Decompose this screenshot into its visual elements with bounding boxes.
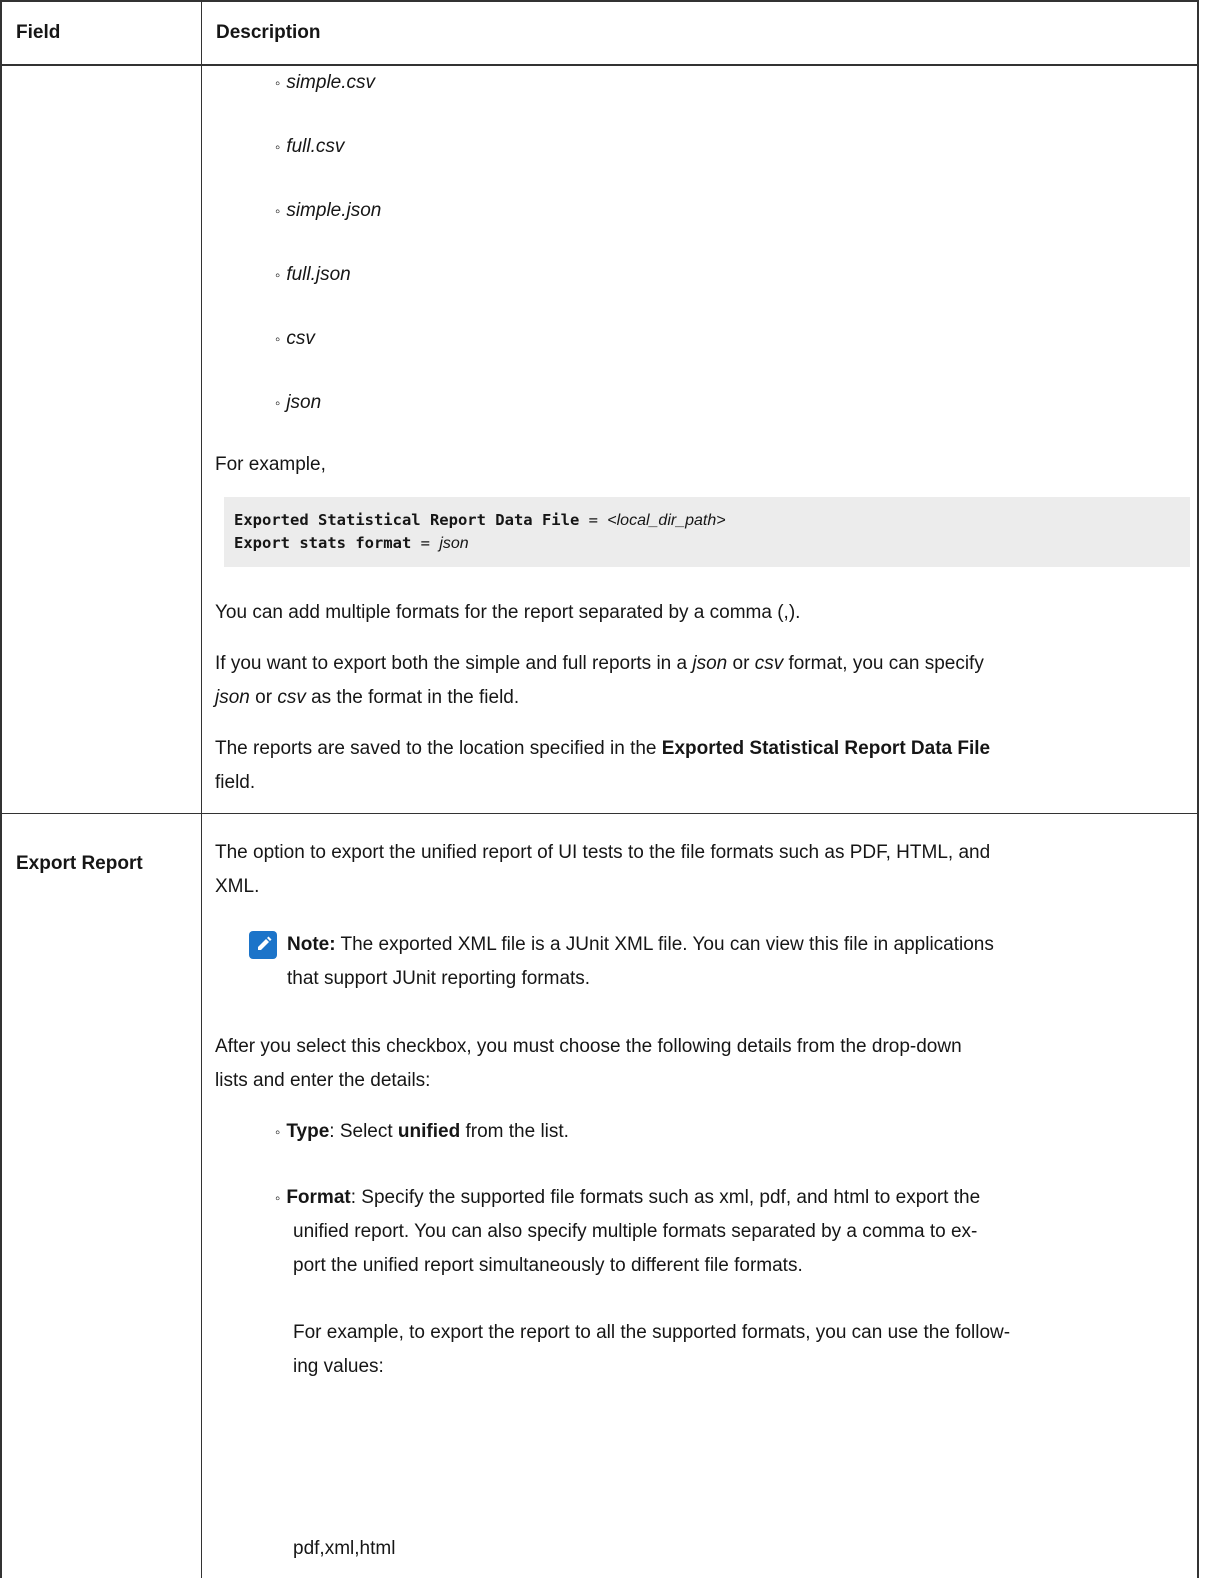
row-divider [0,813,1199,814]
paragraph-reports-saved: The reports are saved to the location sp… [215,738,991,793]
pencil-icon [249,931,277,959]
list-item: ◦ full.json [275,264,351,285]
list-item: ◦ simple.csv [275,72,376,93]
paragraph-both-reports: If you want to export both the simple an… [215,653,984,708]
export-report-description: The option to export the unified report … [215,842,991,897]
format-continuation: unified report. You can also specify mul… [293,1221,978,1276]
list-item: ◦ csv [275,328,315,349]
field-export-report: Export Report [16,853,143,874]
header-description: Description [216,22,321,43]
format-example-value: pdf,xml,html [293,1538,396,1559]
list-item: ◦ json [275,392,322,413]
header-divider [0,64,1199,66]
list-item-format: ◦ Format: Specify the supported file form… [275,1187,981,1208]
code-block: Exported Statistical Report Data File = … [224,497,1190,567]
header-field: Field [16,22,61,43]
for-example-text: For example, [215,454,326,475]
format-example-paragraph: For example, to export the report to all… [293,1322,1011,1377]
list-item: ◦ simple.json [275,200,382,221]
note: Note: The exported XML file is a JUnit X… [287,934,994,989]
list-item: ◦ full.csv [275,136,345,157]
list-item-type: ◦ Type: Select unified from the list. [275,1121,569,1142]
paragraph-multiple-formats: You can add multiple formats for the rep… [215,602,801,623]
after-select-paragraph: After you select this checkbox, you must… [215,1036,962,1091]
column-divider [201,0,202,1578]
